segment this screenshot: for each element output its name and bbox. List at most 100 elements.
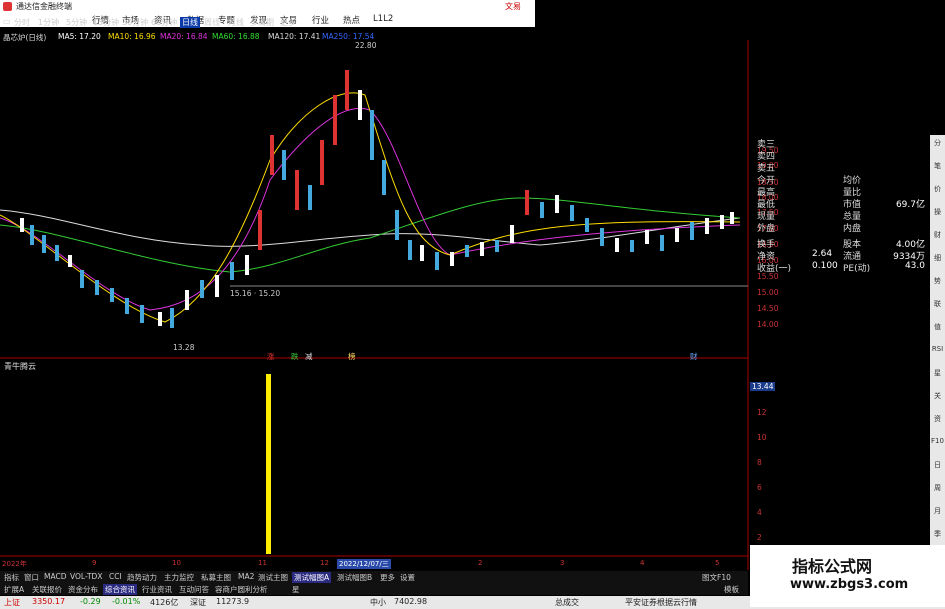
vbar-item[interactable]: 财	[931, 230, 944, 240]
tool-15min[interactable]: 15分钟	[93, 17, 119, 28]
watermark: 指标公式网 www.zbgs3.com	[750, 545, 945, 607]
vbar-item[interactable]: 笔	[931, 161, 944, 171]
status-total-vol: 总成交	[555, 598, 579, 607]
line-price-label: 15.16 · 15.20	[230, 289, 281, 298]
status-index-name[interactable]: 上证	[4, 597, 20, 608]
tab-star[interactable]: 星	[290, 584, 302, 595]
vbar-item[interactable]: 势	[931, 276, 944, 286]
menu-item-industry[interactable]: 行业	[312, 14, 329, 26]
event-mark[interactable]: 榜	[348, 351, 356, 362]
x-label: 3	[560, 559, 565, 567]
vbar-item[interactable]: 月	[931, 506, 944, 516]
status-broker: 平安证券根据云行情	[625, 598, 697, 607]
tool-multi-period[interactable]: 多周期	[250, 17, 274, 28]
x-label: 2022年	[2, 560, 27, 568]
quote-row: 今开 均价	[757, 176, 862, 186]
app-logo-icon	[3, 2, 12, 11]
tab-window[interactable]: 窗口	[22, 572, 41, 583]
vbar-item[interactable]: 日	[931, 460, 944, 470]
tab-private-main[interactable]: 私募主图	[199, 572, 233, 583]
lower-tick: 4	[757, 508, 762, 517]
tool-1min[interactable]: 1分钟	[38, 17, 59, 28]
vbar-item[interactable]: 联	[931, 299, 944, 309]
status-change-pct: -0.01%	[112, 597, 141, 606]
vbar-item[interactable]: 季	[931, 529, 944, 539]
title-right-label[interactable]: 文易	[505, 1, 521, 12]
quote-row: 收益(一) 0.100 PE(动) 43.0	[757, 261, 925, 274]
x-label: 10	[172, 559, 181, 567]
candlestick-chart[interactable]	[0, 40, 752, 570]
vbar-item[interactable]: 资	[931, 414, 944, 424]
x-cursor-date: 2022/12/07/三	[337, 559, 391, 569]
tool-weekly[interactable]: 周线	[204, 17, 220, 28]
tool-30min[interactable]: 30分钟	[122, 17, 148, 28]
tab-analysis[interactable]: 容商户圆利分析	[213, 584, 270, 595]
vbar-item[interactable]: 值	[931, 322, 944, 332]
tab-f10[interactable]: 图文F10	[700, 572, 733, 583]
vbar-item[interactable]: 星	[931, 368, 944, 378]
tab-test-main[interactable]: 测试主图	[256, 572, 290, 583]
lower-tick: 2	[757, 533, 762, 542]
vbar-item[interactable]: 周	[931, 483, 944, 493]
quote-row: 最高 量比	[757, 188, 862, 198]
tab-news[interactable]: 综合资讯	[103, 584, 137, 595]
right-sidebar: 分 笔 价 操 财 细 势 联 值 RSI 星 关 资 F10 日 周 月 季 …	[930, 135, 945, 585]
status-sme-name[interactable]: 中小	[370, 597, 386, 608]
tab-macd[interactable]: MACD	[42, 572, 68, 581]
vbar-item[interactable]: 操	[931, 207, 944, 217]
vbar-item[interactable]: 关	[931, 391, 944, 401]
status-change: -0.29	[80, 597, 101, 606]
tab-settings[interactable]: 设置	[398, 572, 417, 583]
candles	[20, 70, 734, 328]
window-title: 通达信金融终端	[16, 2, 72, 11]
quote-row: 换手 股本 4.00亿	[757, 240, 925, 250]
x-label: 5	[715, 559, 720, 567]
tab-related-quote[interactable]: 关联报价	[30, 584, 64, 595]
x-label: 11	[258, 559, 267, 567]
tab-test-sub-b[interactable]: 测试幅图B	[335, 572, 374, 583]
status-index-value: 3350.17	[32, 597, 66, 606]
tab-more[interactable]: 更多	[378, 572, 397, 583]
tab-template[interactable]: 模板	[722, 584, 741, 595]
status-sz-name[interactable]: 深证	[190, 597, 206, 608]
tool-intraday[interactable]: 分时	[14, 17, 30, 28]
tab-vol[interactable]: VOL-TDX	[68, 572, 104, 581]
quote-row: 卖五	[757, 164, 776, 174]
watermark-title: 指标公式网	[792, 557, 873, 576]
vbar-item[interactable]: 价	[931, 184, 944, 194]
lower-tick: 10	[757, 433, 767, 442]
vbar-item[interactable]: F10	[931, 437, 944, 445]
chart-type-icon[interactable]: ▭	[3, 17, 11, 26]
tab-trend-power[interactable]: 趋势动力	[125, 572, 159, 583]
price-tick: 15.00	[757, 288, 779, 297]
vbar-item[interactable]: 细	[931, 253, 944, 263]
x-label: 9	[92, 559, 97, 567]
tab-test-sub-a[interactable]: 测试幅图A	[292, 572, 332, 583]
event-mark[interactable]: 跌	[291, 351, 299, 362]
tab-ext-a[interactable]: 扩展A	[2, 584, 26, 595]
watermark-url: www.zbgs3.com	[790, 577, 909, 592]
tool-daily[interactable]: 日线	[180, 17, 200, 28]
tab-qa[interactable]: 互动问答	[177, 584, 211, 595]
status-sme-value: 7402.98	[394, 597, 428, 606]
tool-more[interactable]: 更多	[280, 17, 296, 28]
tab-fund-dist[interactable]: 资金分布	[66, 584, 100, 595]
tab-cci[interactable]: CCI	[107, 572, 124, 581]
x-label: 12	[320, 559, 329, 567]
tab-industry-news[interactable]: 行业资讯	[140, 584, 174, 595]
menu-item-l1l2[interactable]: L1L2	[373, 14, 393, 24]
event-mark[interactable]: 涨	[267, 351, 275, 362]
tab-ma2[interactable]: MA2	[236, 572, 256, 581]
tab-indicator[interactable]: 指标	[2, 572, 21, 583]
tool-monthly[interactable]: 月线	[228, 17, 244, 28]
menu-item-hot[interactable]: 热点	[343, 14, 360, 26]
tool-60min[interactable]: 60分钟	[151, 17, 177, 28]
tool-5min[interactable]: 5分钟	[66, 17, 87, 28]
vbar-item[interactable]: RSI	[931, 345, 944, 353]
quote-row: 外盘 内盘	[757, 224, 862, 234]
tab-main-monitor[interactable]: 主力监控	[162, 572, 196, 583]
event-mark[interactable]: 财	[690, 351, 698, 362]
x-label: 4	[640, 559, 645, 567]
vbar-item[interactable]: 分	[931, 138, 944, 148]
event-mark[interactable]: 减	[305, 351, 313, 362]
